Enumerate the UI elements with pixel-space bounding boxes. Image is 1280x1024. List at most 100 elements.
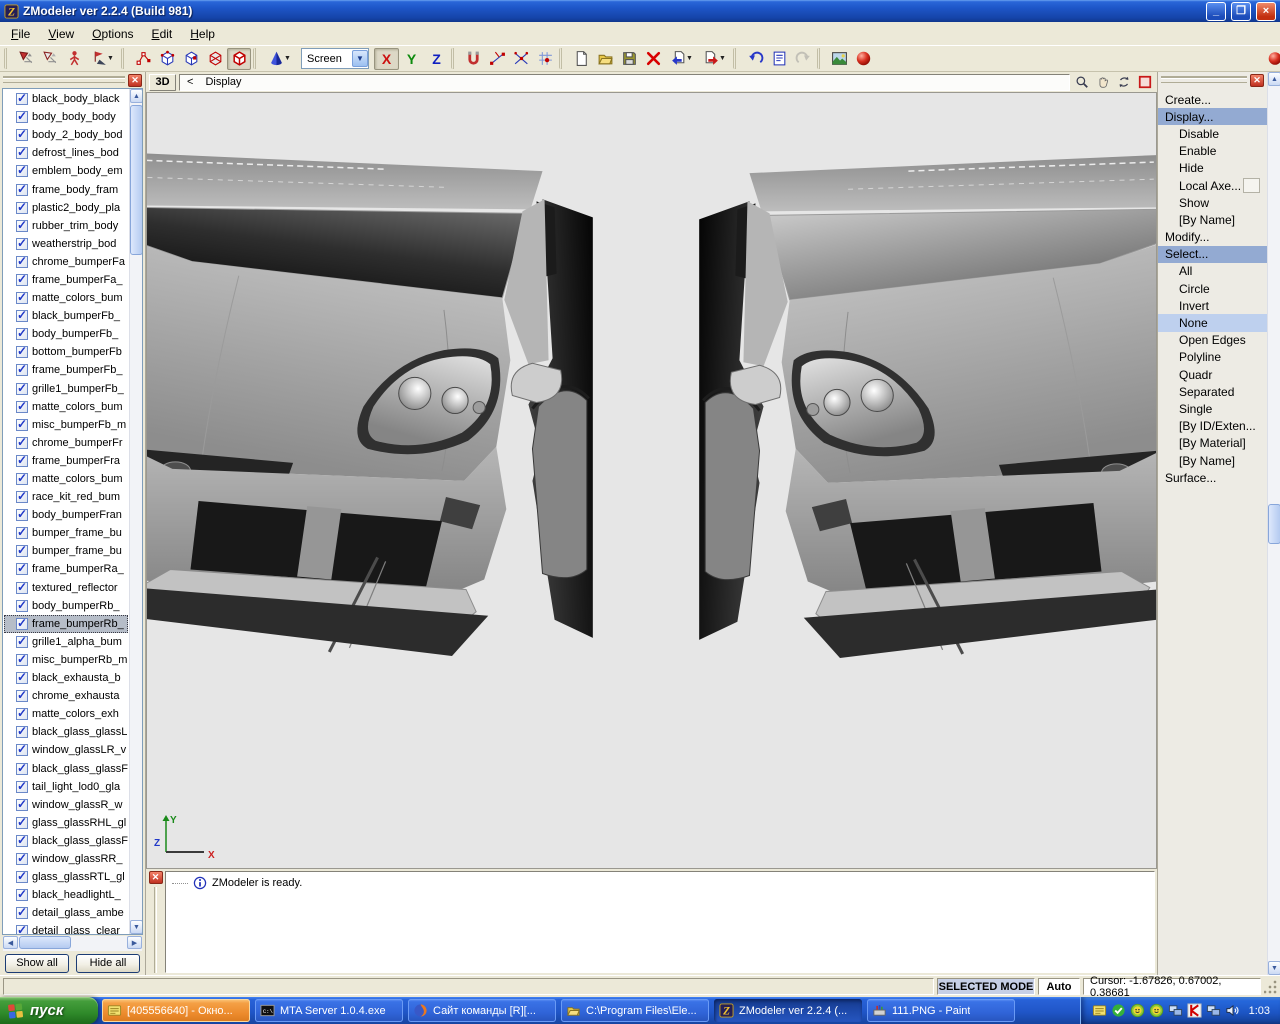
- snap-vertices-button[interactable]: ▼: [485, 48, 509, 70]
- red-flag-tool-button[interactable]: ▼: [14, 48, 38, 70]
- task-paint[interactable]: 111.PNG - Paint: [867, 999, 1015, 1022]
- command-item[interactable]: Display...: [1158, 108, 1267, 125]
- object-list-item[interactable]: defrost_lines_bod: [4, 144, 128, 162]
- object-visibility-checkbox[interactable]: [16, 781, 28, 793]
- import-button[interactable]: ▼: [665, 48, 698, 70]
- command-item[interactable]: Invert: [1158, 297, 1267, 314]
- object-list-item[interactable]: tail_light_lod0_gla: [4, 778, 128, 796]
- object-list-item[interactable]: grille1_bumperFb_: [4, 380, 128, 398]
- tray-agent-check-icon[interactable]: [1111, 1003, 1126, 1018]
- object-visibility-checkbox[interactable]: [16, 690, 28, 702]
- start-button[interactable]: пуск: [0, 997, 98, 1024]
- object-visibility-checkbox[interactable]: [16, 292, 28, 304]
- object-list-item[interactable]: black_body_black: [4, 90, 128, 108]
- delete-button[interactable]: ▼: [641, 48, 665, 70]
- object-list-item[interactable]: detail_glass_ambe: [4, 904, 128, 922]
- task-explorer-folder[interactable]: C:\Program Files\Ele...: [561, 999, 709, 1022]
- log-view-button[interactable]: ▼: [767, 48, 791, 70]
- object-visibility-checkbox[interactable]: [16, 310, 28, 322]
- object-list-item[interactable]: rubber_trim_body: [4, 217, 128, 235]
- object-visibility-checkbox[interactable]: [16, 527, 28, 539]
- object-visibility-checkbox[interactable]: [16, 600, 28, 612]
- menu-item[interactable]: File: [2, 23, 39, 45]
- tray-smiley2-icon[interactable]: [1149, 1003, 1164, 1018]
- scroll-thumb[interactable]: [1268, 504, 1280, 544]
- command-item[interactable]: Local Axe...: [1158, 177, 1267, 194]
- object-visibility-checkbox[interactable]: [16, 817, 28, 829]
- object-list-item[interactable]: grille1_alpha_bum: [4, 633, 128, 651]
- panel-grip[interactable]: [3, 78, 125, 83]
- object-visibility-checkbox[interactable]: [16, 545, 28, 557]
- polygon-level-button[interactable]: ▼: [179, 48, 203, 70]
- object-visibility-checkbox[interactable]: [16, 256, 28, 268]
- object-list-item[interactable]: matte_colors_bum: [4, 470, 128, 488]
- tray-kaspersky-icon[interactable]: [1187, 1003, 1202, 1018]
- car-model-right[interactable]: [699, 149, 1157, 667]
- command-item[interactable]: Separated: [1158, 383, 1267, 400]
- object-visibility-checkbox[interactable]: [16, 889, 28, 901]
- object-list-item[interactable]: matte_colors_exh: [4, 705, 128, 723]
- object-list-item[interactable]: window_glassLR_v: [4, 741, 128, 759]
- scroll-up-icon[interactable]: ▲: [1268, 72, 1280, 86]
- object-visibility-checkbox[interactable]: [16, 799, 28, 811]
- object-visibility-checkbox[interactable]: [16, 582, 28, 594]
- new-file-button[interactable]: ▼: [569, 48, 593, 70]
- minimize-button[interactable]: _: [1206, 2, 1226, 21]
- object-list-item[interactable]: bottom_bumperFb: [4, 343, 128, 361]
- object-visibility-checkbox[interactable]: [16, 401, 28, 413]
- command-item[interactable]: [By Material]: [1158, 435, 1267, 452]
- magnet-snap-button[interactable]: ▼: [461, 48, 485, 70]
- task-firefox-site[interactable]: Сайт команды [R][...: [408, 999, 556, 1022]
- commands-panel-close-icon[interactable]: ✕: [1250, 74, 1264, 87]
- menu-item[interactable]: Options: [83, 23, 142, 45]
- scroll-right-icon[interactable]: ▶: [127, 936, 142, 949]
- object-visibility-checkbox[interactable]: [16, 491, 28, 503]
- object-visibility-checkbox[interactable]: [16, 419, 28, 431]
- object-visibility-checkbox[interactable]: [16, 274, 28, 286]
- object-list-item[interactable]: body_bumperRb_: [4, 597, 128, 615]
- object-list-item[interactable]: black_headlightL_: [4, 886, 128, 904]
- object-list-item[interactable]: chrome_bumperFr: [4, 434, 128, 452]
- object-visibility-checkbox[interactable]: [16, 509, 28, 521]
- object-list-item[interactable]: black_bumperFb_: [4, 307, 128, 325]
- object-visibility-checkbox[interactable]: [16, 129, 28, 141]
- object-visibility-checkbox[interactable]: [16, 165, 28, 177]
- object-list-item[interactable]: black_exhausta_b: [4, 669, 128, 687]
- object-list-item[interactable]: chrome_bumperFa: [4, 253, 128, 271]
- export-button[interactable]: ▼: [698, 48, 731, 70]
- object-visibility-checkbox[interactable]: [16, 763, 28, 775]
- command-item[interactable]: Quadr: [1158, 366, 1267, 383]
- tray-smiley-icon[interactable]: [1130, 1003, 1145, 1018]
- undo-button[interactable]: ▼: [743, 48, 767, 70]
- object-list-item[interactable]: frame_bumperFb_: [4, 361, 128, 379]
- object-visibility-checkbox[interactable]: [16, 907, 28, 919]
- hide-all-button[interactable]: Hide all: [76, 954, 140, 973]
- rotate-view-icon[interactable]: [1115, 74, 1133, 91]
- object-list-item[interactable]: matte_colors_bum: [4, 289, 128, 307]
- object-visibility-checkbox[interactable]: [16, 835, 28, 847]
- object-visibility-checkbox[interactable]: [16, 654, 28, 666]
- object-visibility-checkbox[interactable]: [16, 184, 28, 196]
- object-visibility-checkbox[interactable]: [16, 238, 28, 250]
- objects-panel-header[interactable]: ✕: [0, 72, 145, 88]
- command-item[interactable]: Open Edges: [1158, 332, 1267, 349]
- command-item[interactable]: Circle: [1158, 280, 1267, 297]
- object-list-item[interactable]: glass_glassRHL_gl: [4, 814, 128, 832]
- command-item[interactable]: [By Name]: [1158, 452, 1267, 469]
- maximize-viewport-icon[interactable]: [1136, 74, 1154, 91]
- object-list-item[interactable]: matte_colors_bum: [4, 398, 128, 416]
- snap-intersection-button[interactable]: ▼: [509, 48, 533, 70]
- command-item[interactable]: All: [1158, 263, 1267, 280]
- object-list-item[interactable]: window_glassRR_: [4, 850, 128, 868]
- object-visibility-checkbox[interactable]: [16, 925, 28, 934]
- object-visibility-checkbox[interactable]: [16, 473, 28, 485]
- objects-vscrollbar[interactable]: ▲ ▼: [129, 89, 142, 934]
- object-visibility-checkbox[interactable]: [16, 708, 28, 720]
- command-item[interactable]: Create...: [1158, 91, 1267, 108]
- message-log[interactable]: ZModeler is ready.: [165, 871, 1155, 973]
- object-list-item[interactable]: misc_bumperRb_m: [4, 651, 128, 669]
- material-editor-button[interactable]: ▼: [851, 48, 875, 70]
- save-file-button[interactable]: ▼: [617, 48, 641, 70]
- object-visibility-checkbox[interactable]: [16, 220, 28, 232]
- object-visibility-checkbox[interactable]: [16, 437, 28, 449]
